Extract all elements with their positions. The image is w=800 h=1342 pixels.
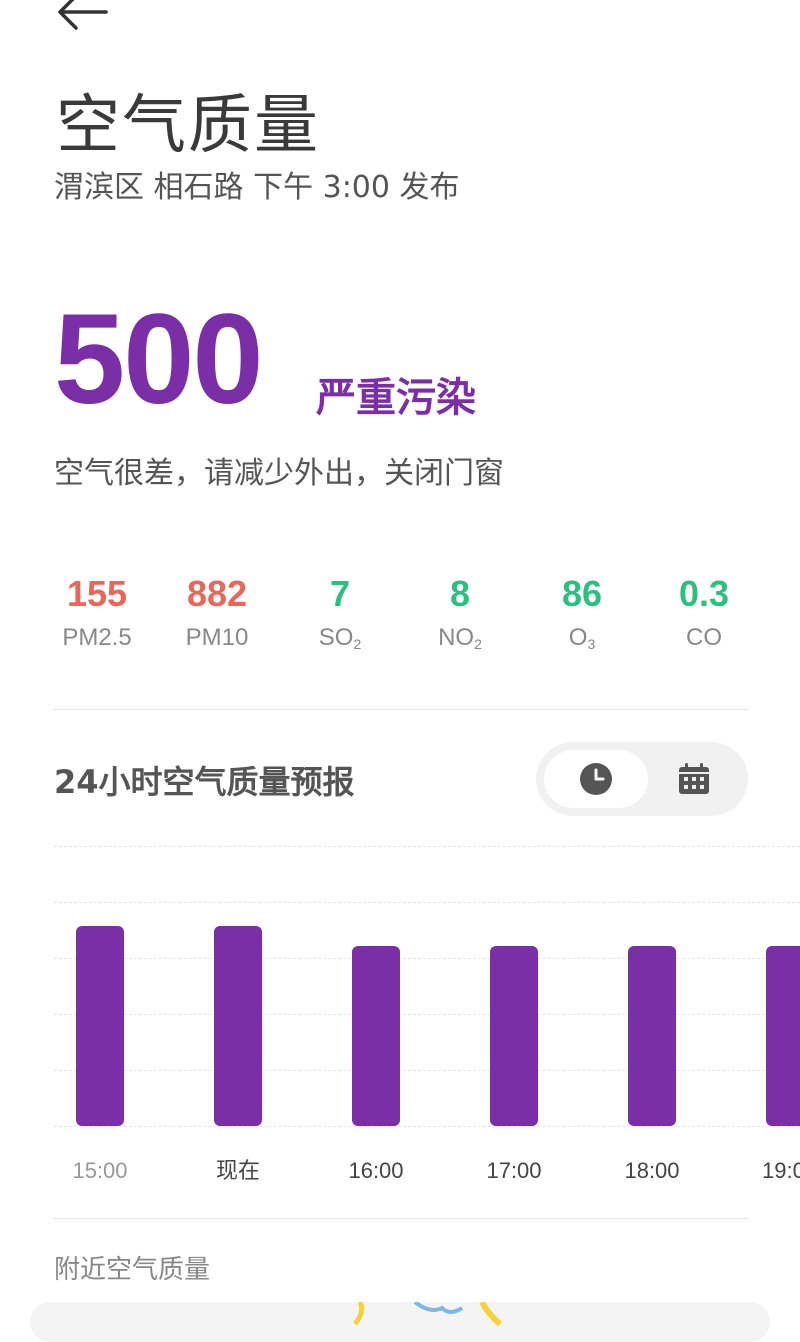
x-tick-label: 19:00 — [762, 1158, 800, 1183]
back-button[interactable] — [56, 0, 112, 32]
health-advice: 空气很差，请减少外出，关闭门窗 — [54, 456, 504, 491]
toggle-hourly-button[interactable] — [544, 750, 648, 808]
forecast-title: 24小时空气质量预报 — [54, 763, 355, 801]
arrow-left-icon — [58, 0, 108, 30]
forecast-bar-chart — [54, 840, 800, 1140]
pollutant-subscript: 2 — [353, 636, 362, 652]
clock-icon — [580, 763, 612, 795]
divider — [54, 1218, 748, 1219]
chart-gridline — [54, 1014, 800, 1015]
pollutant-item[interactable]: 8 NO2 — [400, 572, 520, 658]
pollutant-name: O — [568, 624, 588, 651]
pollutant-item[interactable]: 882 PM10 — [157, 572, 277, 656]
pollutant-item[interactable]: 86 O3 — [522, 572, 642, 658]
x-tick-label: 17:00 — [486, 1158, 542, 1183]
nearby-map[interactable] — [30, 1302, 770, 1342]
pollutant-label: PM2.5 — [37, 620, 157, 656]
chart-gridline — [54, 1126, 800, 1127]
aqi-value: 500 — [54, 288, 264, 431]
nearby-title: 附近空气质量 — [54, 1255, 211, 1285]
pollutant-value: 0.3 — [678, 573, 730, 614]
forecast-bar[interactable] — [214, 926, 262, 1126]
pollutant-label: NO2 — [400, 620, 520, 658]
x-tick-label: 16:00 — [348, 1158, 404, 1183]
calendar-icon — [679, 763, 709, 794]
chart-gridline — [54, 958, 800, 959]
pollutant-label: O3 — [522, 620, 642, 658]
pollutant-name: CO — [686, 624, 722, 651]
pollutant-item[interactable]: 0.3 CO — [644, 572, 764, 656]
pollutant-label: PM10 — [157, 620, 277, 656]
pollutant-item[interactable]: 7 SO2 — [280, 572, 400, 658]
pollutant-value: 8 — [449, 573, 471, 614]
pollutant-name: PM10 — [185, 624, 249, 651]
pollutant-name: SO — [318, 624, 354, 651]
pollutant-name: NO — [438, 624, 475, 651]
forecast-view-toggle — [536, 742, 748, 816]
page-title: 空气质量 — [56, 89, 320, 163]
pollutant-subscript: 2 — [474, 636, 482, 652]
pollutant-label: CO — [644, 620, 764, 656]
divider — [54, 709, 748, 710]
map-preview — [353, 1302, 502, 1327]
location-publish-time: 渭滨区 相石路 下午 3:00 发布 — [54, 170, 460, 205]
pollutant-value: 155 — [66, 573, 128, 614]
pollutant-item[interactable]: 155 PM2.5 — [37, 572, 157, 656]
pollutant-value: 86 — [561, 573, 603, 614]
pollutant-value: 7 — [329, 573, 351, 614]
x-tick-label: 现在 — [215, 1158, 260, 1183]
forecast-bar[interactable] — [490, 946, 538, 1126]
forecast-bar[interactable] — [76, 926, 124, 1126]
pollutant-subscript: 3 — [587, 636, 596, 652]
forecast-bar[interactable] — [766, 946, 800, 1126]
chart-gridline — [54, 1070, 800, 1071]
forecast-bar[interactable] — [628, 946, 676, 1126]
chart-gridline — [54, 846, 800, 847]
pollutant-name: PM2.5 — [62, 624, 132, 651]
pollutant-value: 882 — [186, 573, 248, 614]
chart-gridline — [54, 902, 800, 903]
x-tick-label: 18:00 — [624, 1158, 680, 1183]
pollutant-label: SO2 — [280, 620, 400, 658]
forecast-bar[interactable] — [352, 946, 400, 1126]
aqi-level: 严重污染 — [316, 375, 476, 421]
x-tick-label: 15:00 — [72, 1158, 128, 1183]
toggle-daily-button[interactable] — [646, 750, 742, 808]
